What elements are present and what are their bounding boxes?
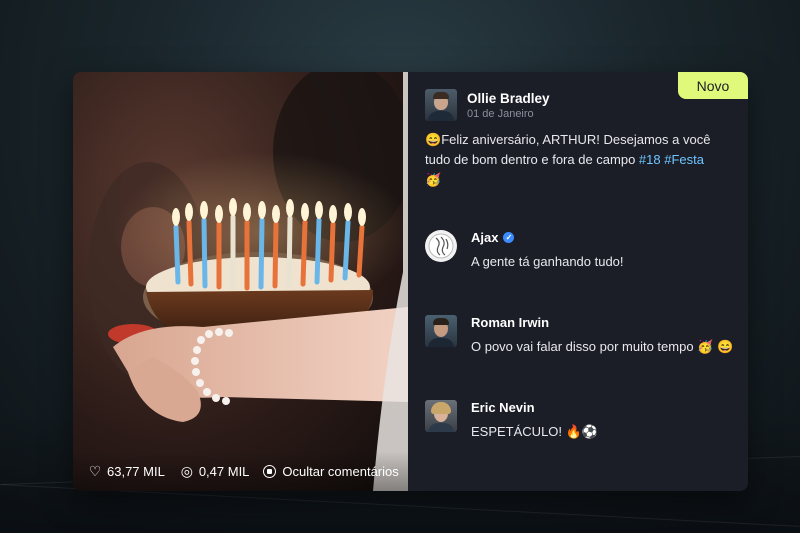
hashtag-festa[interactable]: #Festa bbox=[664, 152, 704, 167]
comment-item: Eric Nevin ESPETÁCULO! 🔥⚽ bbox=[425, 400, 735, 441]
hide-comments-label: Ocultar comentários bbox=[282, 463, 399, 479]
post-author[interactable]: Ollie Bradley 01 de Janeiro bbox=[425, 89, 550, 121]
verified-icon: ✓ bbox=[503, 232, 515, 243]
comment-text: O povo vai falar disso por muito tempo 🥳… bbox=[471, 339, 734, 354]
likes-count: 63,77 MIL bbox=[107, 463, 165, 479]
heart-icon: ♡ bbox=[88, 462, 102, 479]
party-emoji: 🥳 bbox=[425, 172, 442, 187]
hide-comments-button[interactable]: Ocultar comentários bbox=[263, 463, 399, 479]
comment-author[interactable]: Ajax ✓ bbox=[471, 230, 624, 245]
hide-comments-icon bbox=[263, 464, 277, 478]
likes-stat[interactable]: ♡ 63,77 MIL bbox=[87, 463, 165, 480]
media-footer: ♡ 63,77 MIL ◎ 0,47 MIL Ocultar comentári… bbox=[73, 451, 408, 491]
new-badge: Novo bbox=[678, 72, 748, 99]
post-media[interactable]: ♡ 63,77 MIL ◎ 0,47 MIL Ocultar comentári… bbox=[73, 72, 408, 491]
grin-emoji: 😄 bbox=[425, 132, 442, 147]
comment-author[interactable]: Roman Irwin bbox=[471, 315, 733, 330]
commenter-avatar[interactable] bbox=[425, 400, 457, 432]
comments-stat[interactable]: ◎ 0,47 MIL bbox=[179, 463, 250, 480]
post-panel: Novo Ollie Bradley 01 de Janeiro 😄Feliz … bbox=[408, 72, 748, 491]
commenter-avatar[interactable] bbox=[425, 315, 457, 347]
post-caption: 😄Feliz aniversário, ARTHUR! Desejamos a … bbox=[425, 130, 730, 190]
comment-author[interactable]: Eric Nevin bbox=[471, 400, 598, 415]
birthday-cake-photo bbox=[88, 72, 408, 491]
author-avatar[interactable] bbox=[425, 89, 457, 121]
comments-count: 0,47 MIL bbox=[198, 463, 250, 479]
comment-text: A gente tá ganhando tudo! bbox=[471, 254, 624, 269]
comment-item: Roman Irwin O povo vai falar disso por m… bbox=[425, 315, 735, 356]
comment-text: ESPETÁCULO! 🔥⚽ bbox=[471, 424, 599, 439]
comment-item: Ajax ✓ A gente tá ganhando tudo! bbox=[425, 230, 735, 271]
post-date: 01 de Janeiro bbox=[467, 107, 534, 120]
ajax-logo-icon bbox=[428, 233, 454, 259]
post-card: ♡ 63,77 MIL ◎ 0,47 MIL Ocultar comentári… bbox=[73, 72, 748, 491]
comment-icon: ◎ bbox=[180, 462, 193, 479]
hashtag-18[interactable]: #18 bbox=[639, 152, 661, 167]
author-name[interactable]: Ollie Bradley bbox=[467, 91, 550, 106]
ajax-logo-avatar[interactable] bbox=[425, 230, 457, 262]
